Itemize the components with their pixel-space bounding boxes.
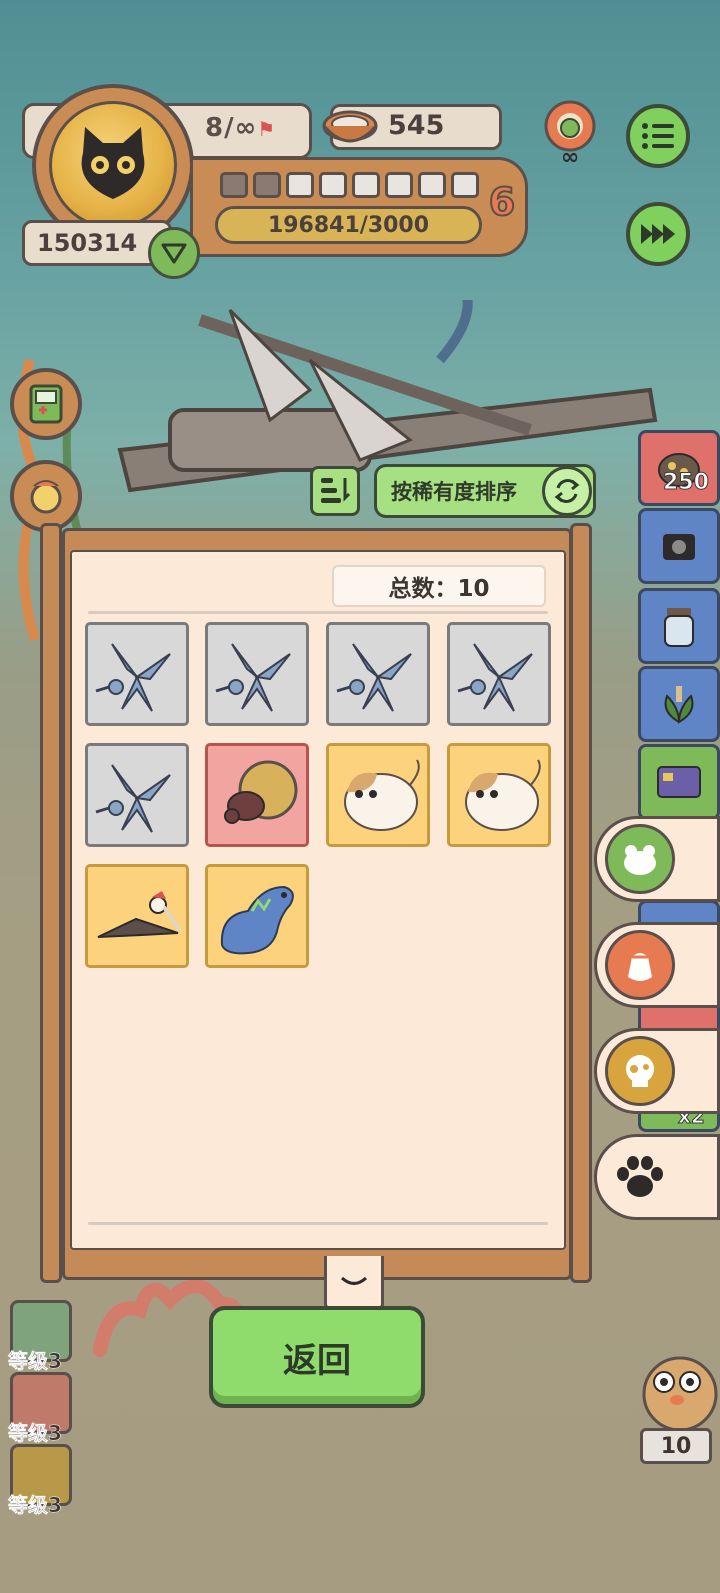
total-count: 总数：10	[332, 565, 546, 607]
hamster-icon	[465, 759, 541, 831]
level-label: 等级3	[8, 1349, 62, 1374]
sack-icon	[628, 953, 652, 981]
food-bowl-icon	[322, 110, 378, 143]
gameboy-button[interactable]	[10, 368, 82, 440]
level-segment	[451, 172, 479, 198]
creature-card[interactable]	[85, 864, 189, 968]
sort-order-button[interactable]	[310, 466, 360, 516]
player-level: 6	[488, 179, 516, 225]
level-label: 等级3	[8, 1421, 62, 1446]
tab-frog[interactable]	[594, 816, 720, 902]
sort-icon	[321, 478, 351, 503]
food-value: 545	[388, 110, 445, 141]
hamster-avatar-icon[interactable]	[634, 1342, 720, 1434]
xp-bar: 196841/3000	[215, 206, 482, 244]
level-segment	[385, 172, 413, 198]
inventory-slot-jar[interactable]	[638, 588, 720, 664]
level-segment	[253, 172, 281, 198]
creature-card[interactable]	[85, 622, 189, 726]
blue-dinosaur-icon	[220, 885, 294, 955]
hamster-count: 10	[640, 1428, 712, 1464]
chick-button[interactable]	[10, 460, 82, 532]
triangle-down-icon	[161, 243, 187, 264]
pterosaur-icon	[336, 643, 412, 712]
refresh-sort-button[interactable]	[542, 466, 592, 516]
leaf-icon	[664, 686, 694, 724]
level-segment	[220, 172, 248, 198]
inventory-slot-card[interactable]	[638, 744, 720, 820]
black-cat-icon	[81, 127, 145, 199]
frame-post-right	[570, 523, 592, 1283]
creature-card[interactable]	[205, 743, 309, 847]
level-segment	[286, 172, 314, 198]
pterosaur-icon	[457, 643, 533, 712]
collapse-handle[interactable]	[324, 1256, 384, 1310]
fast-forward-icon	[641, 224, 675, 244]
chick-icon	[30, 480, 62, 514]
bag-tab-icon	[605, 930, 675, 1000]
pterosaur-icon	[95, 764, 171, 833]
inventory-count: 250	[663, 470, 710, 496]
frog-icon	[624, 845, 656, 875]
pterosaur-icon	[215, 643, 291, 712]
jar-icon	[664, 608, 694, 647]
dung-beetle-icon	[224, 760, 298, 824]
tab-bag[interactable]	[594, 922, 720, 1008]
pteranodon-icon	[97, 891, 182, 938]
creature-card[interactable]	[447, 622, 551, 726]
frame-post-left	[40, 523, 62, 1283]
back-button[interactable]: 返回	[209, 1306, 425, 1408]
level-segment	[319, 172, 347, 198]
divider	[88, 611, 548, 614]
creature-card[interactable]	[326, 743, 430, 847]
creature-card[interactable]	[447, 743, 551, 847]
level-segment	[418, 172, 446, 198]
inventory-slot-camera[interactable]	[638, 508, 720, 584]
pterosaur-icon	[95, 643, 171, 712]
fossil-tab-icon	[605, 1036, 675, 1106]
menu-button[interactable]	[626, 104, 690, 168]
list-icon	[642, 123, 674, 149]
sort-label: 按稀有度排序	[391, 480, 517, 504]
inventory-slot-plant[interactable]	[638, 666, 720, 742]
smile-curve-icon	[340, 1276, 368, 1285]
paw-tab-icon	[605, 1142, 675, 1212]
divider	[88, 1222, 548, 1225]
level-segment	[352, 172, 380, 198]
expand-hud-button[interactable]	[148, 227, 200, 279]
back-label: 返回	[283, 1340, 351, 1381]
skull-icon	[626, 1055, 654, 1087]
frog-tab-icon	[605, 824, 675, 894]
camera-icon	[663, 534, 695, 560]
infinity-flower-icon[interactable]: ∞	[540, 100, 600, 168]
creature-card[interactable]	[326, 622, 430, 726]
creature-card[interactable]	[205, 864, 309, 968]
fast-forward-button[interactable]	[626, 202, 690, 266]
refresh-icon	[554, 479, 580, 503]
pet-capacity: 8/∞⚑	[205, 113, 277, 143]
svg-text:∞: ∞	[561, 145, 579, 168]
tab-fossil[interactable]	[594, 1028, 720, 1114]
hamster-icon	[344, 759, 420, 831]
creature-card[interactable]	[85, 743, 189, 847]
avatar[interactable]	[49, 101, 177, 229]
credit-card-icon	[657, 766, 701, 798]
gameboy-icon	[29, 384, 63, 424]
creature-card[interactable]	[205, 622, 309, 726]
tab-paw[interactable]	[594, 1134, 720, 1220]
level-label: 等级3	[8, 1493, 62, 1518]
paw-icon	[617, 1156, 663, 1197]
flag-icon: ⚑	[257, 117, 277, 141]
